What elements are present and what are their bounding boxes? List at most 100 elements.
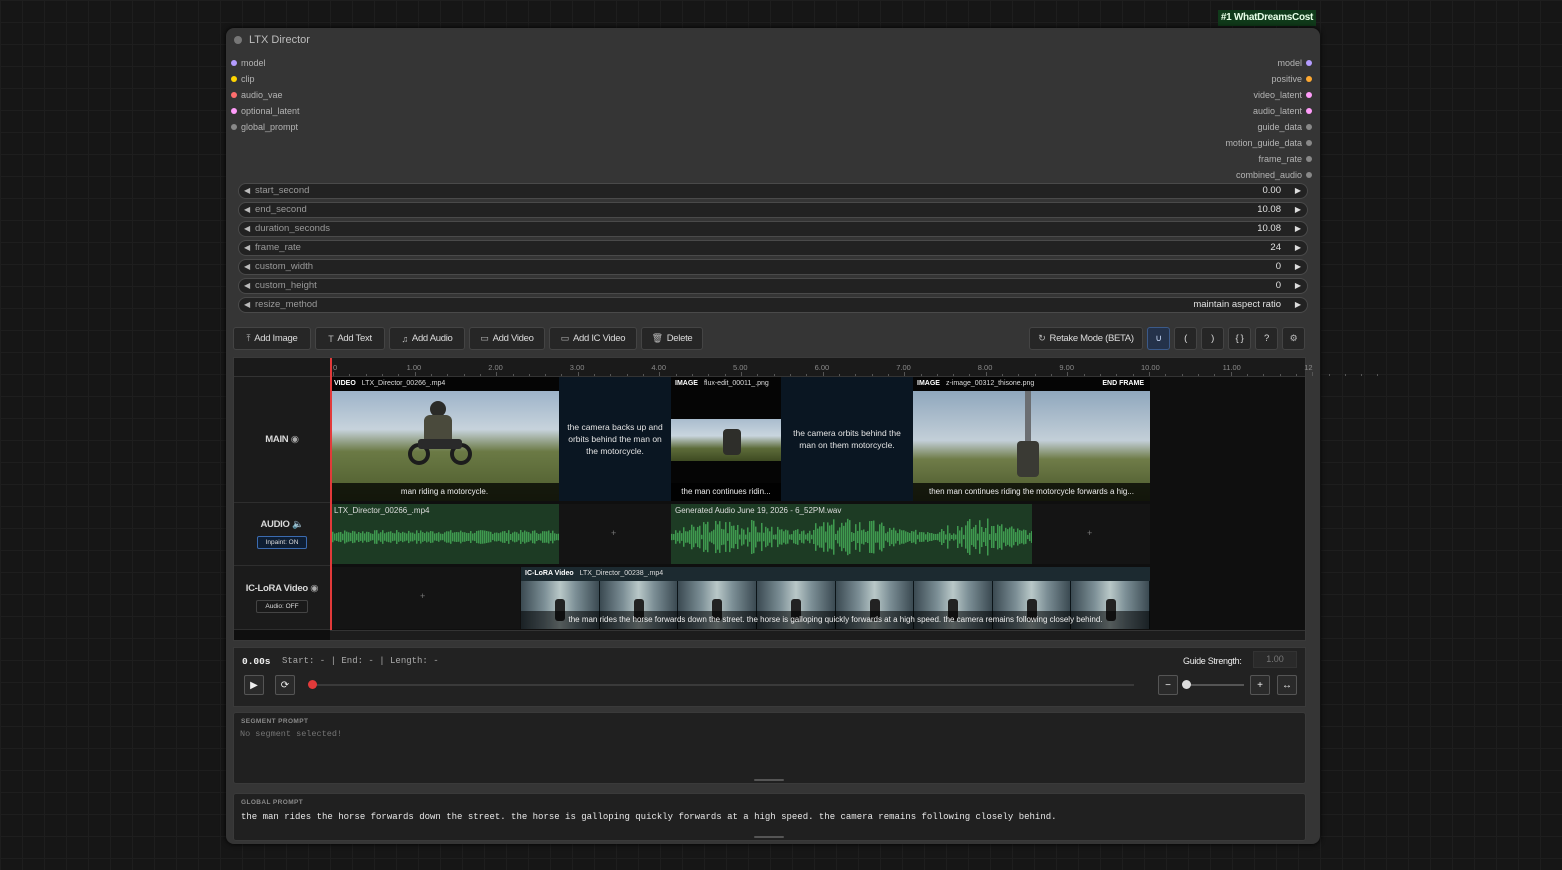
playhead[interactable] xyxy=(330,358,332,630)
zoom-out-button[interactable]: − xyxy=(1158,675,1178,695)
slot-dot-icon[interactable] xyxy=(231,124,237,130)
widget-custom-width[interactable]: ◀ custom_width 0 ▶ xyxy=(238,259,1308,275)
add-audio-button[interactable]: ♫ Add Audio xyxy=(389,327,465,350)
output-slot-positive[interactable]: positive xyxy=(1271,71,1312,87)
input-slot-clip[interactable]: clip xyxy=(231,71,255,87)
time-ruler[interactable]: 0 1.00 2.00 3.00 4.00 5.00 6.00 7.00 8.00 9.00 10.… xyxy=(330,358,1379,377)
zoom-slider-handle[interactable] xyxy=(1182,680,1191,689)
braces-button[interactable]: { } xyxy=(1228,327,1251,350)
close-bracket-button[interactable]: ) xyxy=(1201,327,1224,350)
node-title[interactable]: LTX Director xyxy=(234,34,310,46)
slot-dot-icon[interactable] xyxy=(1306,172,1312,178)
widget-end-second[interactable]: ◀ end_second 10.08 ▶ xyxy=(238,202,1308,218)
widget-value[interactable]: 0 xyxy=(1276,260,1281,274)
resize-grip[interactable] xyxy=(754,836,784,838)
decrement-icon[interactable]: ◀ xyxy=(244,279,250,293)
output-slot-audio-latent[interactable]: audio_latent xyxy=(1253,103,1312,119)
add-image-button[interactable]: ⤒ Add Image xyxy=(233,327,311,350)
add-icon[interactable]: + xyxy=(420,591,425,601)
increment-icon[interactable]: ▶ xyxy=(1295,184,1301,198)
output-slot-combined-audio[interactable]: combined_audio xyxy=(1236,167,1312,183)
delete-button[interactable]: 🗑 Delete xyxy=(641,327,703,350)
output-slot-frame-rate[interactable]: frame_rate xyxy=(1258,151,1312,167)
empty-ic-slot[interactable]: + xyxy=(330,567,520,629)
resize-grip[interactable] xyxy=(754,779,784,781)
slot-dot-icon[interactable] xyxy=(1306,156,1312,162)
text-clip[interactable]: the camera orbits behind the man on them… xyxy=(781,377,913,501)
collapse-dot-icon[interactable] xyxy=(234,36,242,44)
video-clip[interactable]: VIDEO LTX_Director_00266_.mp4 man riding … xyxy=(330,377,559,501)
input-slot-optional-latent[interactable]: optional_latent xyxy=(231,103,300,119)
magnet-button[interactable]: ∪ xyxy=(1147,327,1170,350)
track-header-audio[interactable]: AUDIO 🔈 Inpaint: ON xyxy=(234,503,331,566)
slot-dot-icon[interactable] xyxy=(1306,60,1312,66)
image-clip[interactable]: IMAGE flux-edit_00011_.png the man contin… xyxy=(671,377,781,501)
segment-prompt-input[interactable] xyxy=(240,729,1295,769)
zoom-in-button[interactable]: + xyxy=(1250,675,1270,695)
widget-duration-seconds[interactable]: ◀ duration_seconds 10.08 ▶ xyxy=(238,221,1308,237)
slot-dot-icon[interactable] xyxy=(1306,108,1312,114)
increment-icon[interactable]: ▶ xyxy=(1295,203,1301,217)
widget-value[interactable]: 10.08 xyxy=(1257,222,1281,236)
fit-button[interactable]: ↔ xyxy=(1277,675,1297,695)
decrement-icon[interactable]: ◀ xyxy=(244,260,250,274)
increment-icon[interactable]: ▶ xyxy=(1295,279,1301,293)
seek-track[interactable] xyxy=(312,684,1134,686)
timeline-scrollbar[interactable] xyxy=(330,630,1305,640)
add-text-button[interactable]: T Add Text xyxy=(315,327,385,350)
add-video-button[interactable]: ▭ Add Video xyxy=(469,327,545,350)
track-header-main[interactable]: MAIN ◉ xyxy=(234,377,331,503)
output-slot-motion-guide-data[interactable]: motion_guide_data xyxy=(1225,135,1312,151)
settings-button[interactable]: ⚙ xyxy=(1282,327,1305,350)
open-bracket-button[interactable]: ( xyxy=(1174,327,1197,350)
play-button[interactable]: ▶ xyxy=(244,675,264,695)
eye-icon[interactable]: ◉ xyxy=(310,583,318,594)
input-slot-model[interactable]: model xyxy=(231,55,266,71)
add-ic-video-button[interactable]: ▭ Add IC Video xyxy=(549,327,637,350)
empty-audio-slot[interactable]: + xyxy=(1032,504,1150,564)
seek-handle[interactable] xyxy=(308,680,317,689)
decrement-icon[interactable]: ◀ xyxy=(244,184,250,198)
widget-value[interactable]: 0 xyxy=(1276,279,1281,293)
audio-clip[interactable]: Generated Audio June 19, 2026 - 6_52PM.w… xyxy=(671,504,1032,564)
loop-button[interactable]: ⟳ xyxy=(275,675,295,695)
audio-clip[interactable]: LTX_Director_00266_.mp4 xyxy=(330,504,559,564)
help-button[interactable]: ? xyxy=(1255,327,1278,350)
image-clip[interactable]: IMAGE z-image_00312_thisone.png END FRAME … xyxy=(913,377,1150,501)
audio-toggle[interactable]: Audio: OFF xyxy=(256,599,308,613)
increment-icon[interactable]: ▶ xyxy=(1295,222,1301,236)
widget-value[interactable]: 0.00 xyxy=(1263,184,1282,198)
slot-dot-icon[interactable] xyxy=(1306,76,1312,82)
zoom-slider-track[interactable] xyxy=(1186,684,1244,686)
slot-dot-icon[interactable] xyxy=(231,76,237,82)
output-slot-video-latent[interactable]: video_latent xyxy=(1253,87,1312,103)
inpaint-toggle[interactable]: Inpaint: ON xyxy=(256,536,308,549)
global-prompt-input[interactable]: the man rides the horse forwards down th… xyxy=(241,812,1057,822)
output-slot-guide-data[interactable]: guide_data xyxy=(1257,119,1312,135)
decrement-icon[interactable]: ◀ xyxy=(244,203,250,217)
retake-mode-button[interactable]: ↻ Retake Mode (BETA) xyxy=(1029,327,1143,350)
widget-value[interactable]: maintain aspect ratio xyxy=(1193,298,1281,312)
slot-dot-icon[interactable] xyxy=(231,92,237,98)
text-clip[interactable]: the camera backs up and orbits behind th… xyxy=(559,377,671,501)
slot-dot-icon[interactable] xyxy=(231,108,237,114)
slot-dot-icon[interactable] xyxy=(231,60,237,66)
increment-icon[interactable]: ▶ xyxy=(1295,260,1301,274)
speaker-icon[interactable]: 🔈 xyxy=(292,519,304,530)
widget-custom-height[interactable]: ◀ custom_height 0 ▶ xyxy=(238,278,1308,294)
widget-resize-method[interactable]: ◀ resize_method maintain aspect ratio ▶ xyxy=(238,297,1308,313)
decrement-icon[interactable]: ◀ xyxy=(244,222,250,236)
add-icon[interactable]: + xyxy=(611,528,616,538)
slot-dot-icon[interactable] xyxy=(1306,124,1312,130)
eye-icon[interactable]: ◉ xyxy=(291,434,299,445)
guide-strength-input[interactable]: 1.00 xyxy=(1253,651,1297,668)
timeline[interactable]: 0 1.00 2.00 3.00 4.00 5.00 6.00 7.00 8.00 9.00 10.… xyxy=(233,357,1379,641)
decrement-icon[interactable]: ◀ xyxy=(244,298,250,312)
empty-audio-slot[interactable]: + xyxy=(559,504,671,564)
input-slot-global-prompt[interactable]: global_prompt xyxy=(231,119,298,135)
output-slot-model[interactable]: model xyxy=(1277,55,1312,71)
slot-dot-icon[interactable] xyxy=(1306,92,1312,98)
widget-value[interactable]: 10.08 xyxy=(1257,203,1281,217)
slot-dot-icon[interactable] xyxy=(1306,140,1312,146)
widget-start-second[interactable]: ◀ start_second 0.00 ▶ xyxy=(238,183,1308,199)
